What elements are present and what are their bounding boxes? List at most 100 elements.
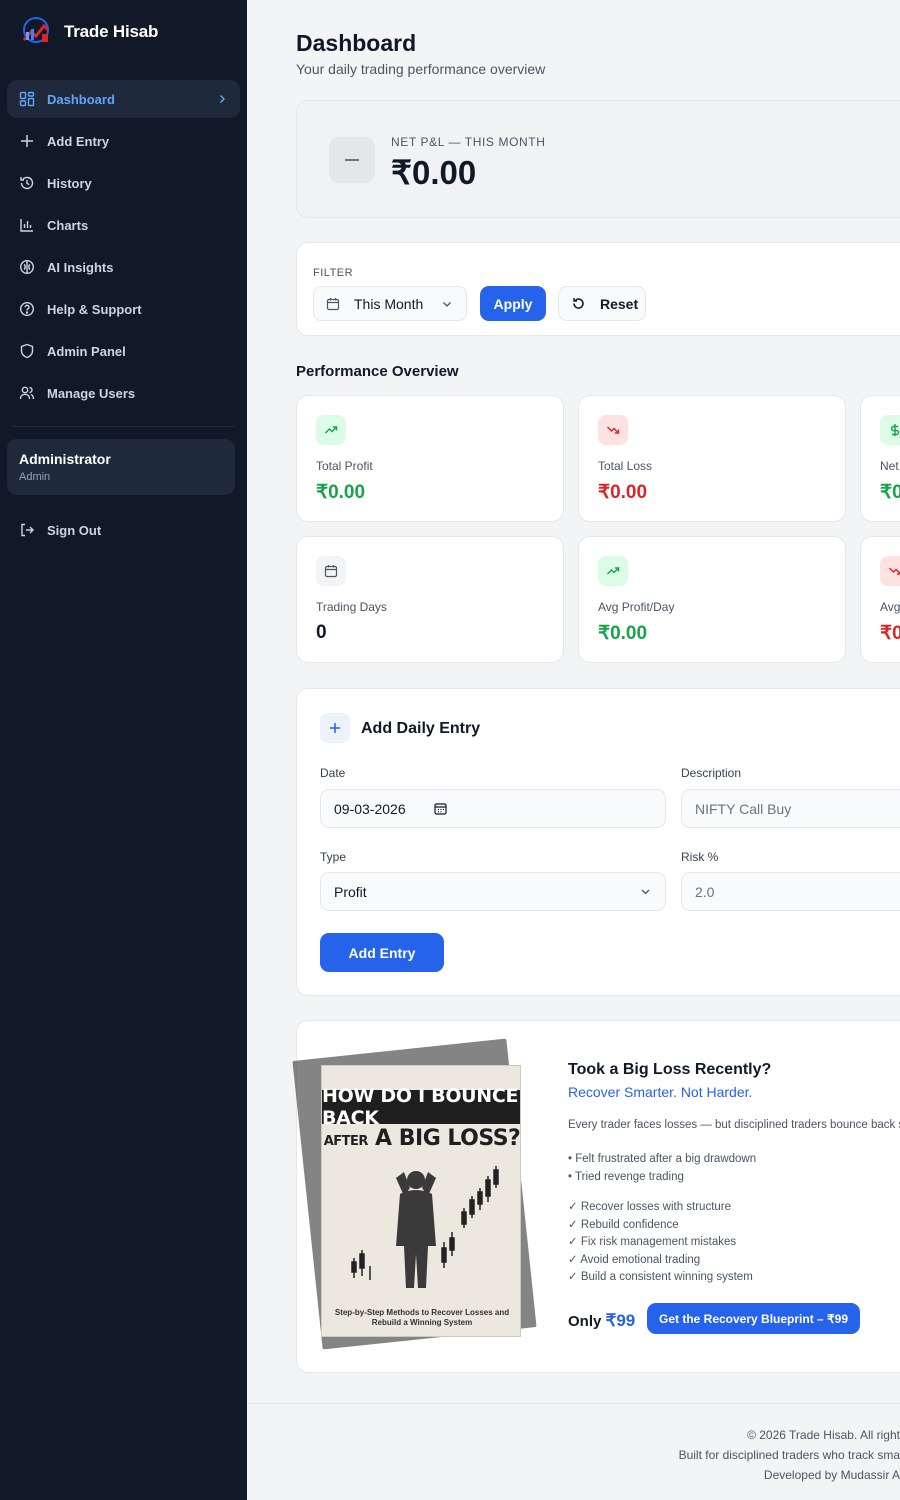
date-label: Date xyxy=(320,766,346,780)
bar-chart-icon xyxy=(20,219,33,232)
sidebar-item-history[interactable]: History xyxy=(7,164,240,202)
brand[interactable]: Trade Hisab xyxy=(0,0,247,64)
sidebar-item-label: Manage Users xyxy=(47,385,136,401)
risk-label: Risk % xyxy=(681,850,719,864)
list-item: • Tried revenge trading xyxy=(568,1170,684,1183)
filter-card: FILTER This Month Apply Reset xyxy=(296,242,900,336)
promo-benefit-list: ✓ Recover losses with structure ✓ Rebuil… xyxy=(568,1199,753,1287)
dollar-icon xyxy=(880,415,900,445)
risk-input[interactable]: 2.0 xyxy=(681,872,900,911)
sidebar-divider xyxy=(12,426,235,427)
footer-credit: Developed by Mudassir A xyxy=(763,1468,900,1482)
trending-down-icon xyxy=(880,556,900,586)
net-pnl-label: NET P&L — THIS MONTH xyxy=(391,135,546,149)
stat-value: ₹0.00 xyxy=(880,623,900,644)
calendar-icon xyxy=(316,556,346,586)
sidebar-item-ai-insights[interactable]: AI Insights xyxy=(7,248,240,286)
sidebar-item-label: Dashboard xyxy=(47,91,115,107)
book-footer: Step-by-Step Methods to Recover Losses a… xyxy=(334,1308,510,1327)
brand-name: Trade Hisab xyxy=(64,22,159,41)
promo-pain-list: • Felt frustrated after a big drawdown •… xyxy=(568,1151,756,1186)
stat-card-total-profit: Total Profit ₹0.00 xyxy=(296,395,564,522)
sidebar-item-help-support[interactable]: Help & Support xyxy=(7,290,240,328)
list-item: ✓ Build a consistent winning system xyxy=(568,1271,753,1283)
page-subtitle: Your daily trading performance overview xyxy=(296,61,546,77)
stat-value: ₹0.00 xyxy=(880,482,900,503)
list-item: ✓ Recover losses with structure xyxy=(568,1201,732,1213)
description-label: Description xyxy=(681,766,742,780)
type-value: Profit xyxy=(334,883,367,900)
sidebar-item-dashboard[interactable]: Dashboard xyxy=(7,80,240,118)
reset-icon xyxy=(573,298,584,309)
add-daily-entry-title: Add Daily Entry xyxy=(361,720,481,737)
sidebar-item-admin-panel[interactable]: Admin Panel xyxy=(7,332,240,370)
chevron-down-icon xyxy=(443,301,451,307)
apply-button[interactable]: Apply xyxy=(480,286,546,321)
period-select[interactable]: This Month xyxy=(313,286,467,321)
risk-placeholder: 2.0 xyxy=(695,883,715,900)
sidebar-nav: Dashboard Add Entry History Charts AI In… xyxy=(0,64,247,412)
stat-value: 0 xyxy=(316,622,327,643)
stat-value: ₹0.00 xyxy=(598,623,648,644)
book-title-line1: HOW DO I BOUNCE BACK xyxy=(322,1085,520,1129)
stat-label: Total Loss xyxy=(598,459,653,473)
type-select[interactable]: Profit xyxy=(320,872,666,911)
minus-icon xyxy=(329,137,375,183)
date-value: 09-03-2026 xyxy=(334,800,406,817)
promo-title: Took a Big Loss Recently? xyxy=(568,1061,772,1078)
footer-copyright: © 2026 Trade Hisab. All right xyxy=(747,1428,900,1442)
net-pnl-value: ₹0.00 xyxy=(391,154,477,191)
stat-value: ₹0.00 xyxy=(598,482,648,503)
stat-label: Avg Loss/Day xyxy=(880,600,900,614)
filter-label: FILTER xyxy=(313,267,354,279)
sidebar-item-charts[interactable]: Charts xyxy=(7,206,240,244)
sidebar-item-label: Help & Support xyxy=(47,301,142,317)
recovery-blueprint-promo: HOW DO I BOUNCE BACK AFTER A BIG LOSS? S… xyxy=(292,1020,900,1373)
user-card: Administrator Admin xyxy=(7,439,235,495)
users-icon xyxy=(19,386,35,400)
description-input[interactable]: NIFTY Call Buy xyxy=(681,789,900,828)
trending-up-icon xyxy=(316,415,346,445)
price-value: ₹99 xyxy=(605,1311,636,1330)
reset-button[interactable]: Reset xyxy=(558,286,646,321)
help-icon xyxy=(19,301,35,317)
calendar-picker-icon[interactable] xyxy=(434,802,447,815)
sidebar-item-label: Admin Panel xyxy=(47,343,126,359)
list-item: ✓ Rebuild confidence xyxy=(568,1218,679,1231)
sidebar-item-manage-users[interactable]: Manage Users xyxy=(7,374,240,412)
stat-label: Trading Days xyxy=(316,600,387,614)
stat-card-trading-days: Trading Days 0 xyxy=(296,536,564,663)
brain-icon xyxy=(19,259,35,275)
sign-out-icon xyxy=(21,523,34,537)
promo-description: Every trader faces losses — but discipli… xyxy=(568,1119,900,1131)
page-title: Dashboard xyxy=(296,30,417,56)
stat-card-avg-profit-day: Avg Profit/Day ₹0.00 xyxy=(578,536,846,663)
date-input[interactable]: 09-03-2026 xyxy=(320,789,666,828)
stat-label: Net P&L xyxy=(880,459,900,473)
list-item: • Felt frustrated after a big drawdown xyxy=(568,1153,757,1165)
stat-card-net-pnl: Net P&L ₹0.00 xyxy=(860,395,900,522)
book-title-line2: AFTER A BIG LOSS? xyxy=(323,1126,521,1151)
promo-subtitle: Recover Smarter. Not Harder. xyxy=(568,1084,753,1100)
sidebar-item-label: AI Insights xyxy=(47,259,114,275)
add-daily-entry-card: Add Daily Entry Date 09-03-2026 Descript… xyxy=(296,688,900,996)
chevron-right-icon xyxy=(220,95,225,103)
trending-down-icon xyxy=(598,415,628,445)
list-item: ✓ Avoid emotional trading xyxy=(568,1253,701,1266)
trending-up-icon xyxy=(598,556,628,586)
sidebar-item-label: Charts xyxy=(47,217,89,233)
stat-label: Avg Profit/Day xyxy=(598,600,675,614)
user-role: Admin xyxy=(19,471,51,483)
stat-card-avg-loss-day: Avg Loss/Day ₹0.00 xyxy=(860,536,900,663)
get-recovery-blueprint-button[interactable]: Get the Recovery Blueprint – ₹99 xyxy=(647,1303,860,1334)
footer: © 2026 Trade Hisab. All right Built for … xyxy=(247,1403,900,1500)
trader-chart-illustration-icon xyxy=(351,1166,499,1288)
description-placeholder: NIFTY Call Buy xyxy=(695,800,792,817)
add-entry-button[interactable]: Add Entry xyxy=(320,933,444,972)
sidebar-item-label: Add Entry xyxy=(47,133,110,149)
net-pnl-card: NET P&L — THIS MONTH ₹0.00 xyxy=(296,100,900,218)
trade-hisab-logo-icon xyxy=(22,17,50,43)
book-cover[interactable]: HOW DO I BOUNCE BACK AFTER A BIG LOSS? S… xyxy=(321,1065,521,1337)
sign-out-button[interactable]: Sign Out xyxy=(7,511,240,549)
sidebar-item-add-entry[interactable]: Add Entry xyxy=(7,122,240,160)
